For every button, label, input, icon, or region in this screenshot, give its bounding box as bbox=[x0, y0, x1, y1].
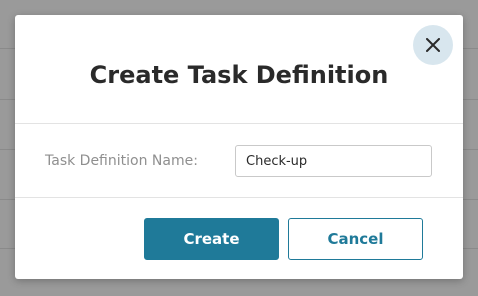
create-task-definition-dialog: Create Task Definition Task Definition N… bbox=[15, 15, 463, 279]
cancel-button[interactable]: Cancel bbox=[288, 218, 423, 260]
dialog-title: Create Task Definition bbox=[89, 61, 389, 89]
create-button[interactable]: Create bbox=[144, 218, 279, 260]
close-icon bbox=[426, 38, 440, 52]
task-definition-name-label: Task Definition Name: bbox=[45, 153, 198, 169]
task-definition-name-row: Task Definition Name: bbox=[15, 145, 463, 177]
task-definition-name-input[interactable] bbox=[235, 145, 432, 177]
header-divider bbox=[15, 123, 463, 124]
footer-divider bbox=[15, 197, 463, 198]
